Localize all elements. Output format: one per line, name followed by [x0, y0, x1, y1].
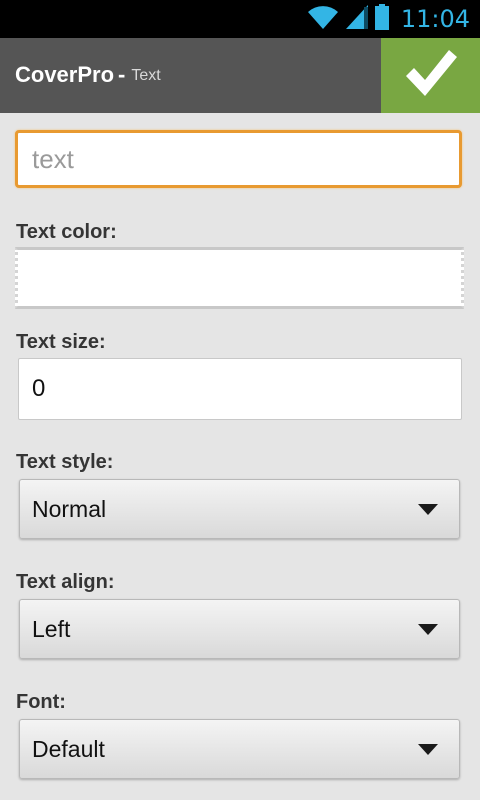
screen-subtitle: Text — [131, 67, 161, 84]
app-title: CoverPro — [15, 62, 115, 87]
text-input[interactable] — [15, 130, 462, 188]
font-label: Font: — [16, 691, 66, 713]
text-color-swatch[interactable] — [15, 247, 464, 309]
text-style-value: Normal — [32, 496, 107, 522]
action-bar: CoverPro - Text — [0, 38, 480, 113]
screen: 11:04 CoverPro-Text Text color: Text siz… — [0, 0, 480, 800]
text-align-label: Text align: — [16, 571, 115, 593]
title-separator: - — [118, 62, 126, 87]
status-clock: 11:04 — [400, 5, 470, 33]
text-style-label: Text style: — [16, 451, 114, 473]
text-align-value: Left — [32, 616, 71, 642]
wifi-icon — [307, 4, 339, 35]
font-value: Default — [32, 736, 105, 762]
font-dropdown[interactable]: Default — [19, 719, 460, 779]
text-style-dropdown[interactable]: Normal — [19, 479, 460, 539]
battery-icon — [374, 3, 389, 35]
checkmark-icon — [404, 48, 458, 103]
dropdown-arrow-icon — [418, 624, 438, 635]
text-align-dropdown[interactable]: Left — [19, 599, 460, 659]
dropdown-arrow-icon — [418, 744, 438, 755]
status-icons: 11:04 — [307, 3, 470, 35]
text-size-input[interactable] — [18, 358, 462, 420]
app-title-group: CoverPro - Text — [15, 62, 161, 88]
text-size-label: Text size: — [16, 331, 106, 353]
confirm-button[interactable] — [381, 38, 480, 113]
text-color-label: Text color: — [16, 221, 117, 243]
status-bar: 11:04 — [0, 0, 480, 38]
signal-icon — [345, 4, 369, 35]
dropdown-arrow-icon — [418, 504, 438, 515]
